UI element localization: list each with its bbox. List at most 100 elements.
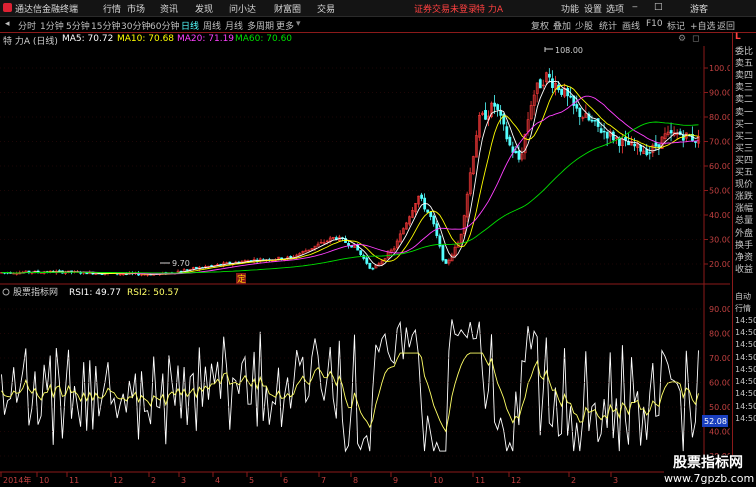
menu-settings[interactable]: 设置	[584, 2, 602, 15]
menu-item-assistant[interactable]: 问小达	[229, 2, 256, 15]
tab-30min[interactable]: 30分钟	[121, 19, 150, 32]
panel-tick-time: 14:50	[735, 327, 756, 337]
candle-body	[548, 73, 551, 78]
panel-label: 涨幅	[735, 204, 754, 215]
btn-overlay[interactable]: 叠加	[553, 19, 571, 32]
settings-small-icon[interactable]: ⚙	[678, 34, 686, 44]
main-chart-legend: 特 力A (日线) MA5: 70.72 MA10: 70.68 MA20: 7…	[0, 33, 730, 47]
candle-body	[611, 131, 615, 141]
menu-item-trade[interactable]: 交易	[317, 2, 335, 15]
login-status-notice[interactable]: 证券交易未登录	[414, 2, 477, 15]
menu-item-quotes[interactable]: 行情	[103, 2, 121, 15]
btn-rights[interactable]: 复权	[531, 19, 549, 32]
panel-label: 涨跌	[735, 192, 754, 203]
menu-options[interactable]: 选项	[606, 2, 624, 15]
tab-intraday[interactable]: 分时	[18, 19, 36, 32]
btn-draw[interactable]: 画线	[622, 19, 640, 32]
indicator-tick-label: 80.00	[709, 330, 730, 339]
panel-label: 买四	[735, 155, 754, 166]
tab-5min[interactable]: 5分钟	[66, 19, 90, 32]
candle-body	[593, 120, 597, 122]
time-tick-label: 7	[321, 476, 326, 485]
indicator-tick-label: 40.00	[709, 428, 730, 437]
guest-label[interactable]: 游客	[690, 2, 708, 15]
indicator-tick-label: 90.00	[709, 305, 730, 314]
btn-statistics[interactable]: 统计	[599, 19, 617, 32]
candle-body	[432, 215, 436, 225]
btn-mark[interactable]: 标记	[667, 19, 685, 32]
candle-body	[569, 95, 573, 98]
tab-daily[interactable]: 日线	[181, 19, 199, 32]
app-logo-icon	[3, 3, 12, 12]
menu-item-market[interactable]: 市场	[127, 2, 145, 15]
candle-body	[657, 144, 661, 148]
expand-icon[interactable]: ◻	[692, 34, 699, 44]
candle-body	[551, 78, 554, 88]
panel-tick-time: 14:50	[735, 377, 756, 387]
tab-15min[interactable]: 15分钟	[91, 19, 120, 32]
time-tick-label: 10	[433, 476, 443, 485]
time-axis: 2014年 10 11 12 2 3 4 5 6 7 8 9 10 11 12 2 3	[0, 472, 618, 485]
time-tick-label: 10	[39, 476, 49, 485]
price-tick-label: 80.00	[709, 113, 730, 122]
candle-body	[444, 259, 448, 264]
ma60-label: MA60: 70.60	[235, 34, 293, 44]
candle-body	[633, 143, 637, 147]
menu-item-wealth[interactable]: 财富圈	[274, 2, 301, 15]
candle-body	[368, 262, 372, 269]
btn-back[interactable]: 返回	[717, 19, 735, 32]
candle-body	[496, 104, 500, 110]
candle-body	[599, 128, 603, 133]
high-price-annotation: 108.00	[555, 46, 583, 55]
quote-side-panel: L 委比 卖五 卖四 卖三 卖二 卖一 买一 买二 买三 买四 买五 现价 涨跌 涨幅 总量 外盘 换手 净资 收益自…	[732, 32, 756, 487]
candle-body	[493, 102, 497, 107]
minimize-icon[interactable]: ‒	[632, 2, 638, 12]
rsi1-line	[1, 319, 699, 453]
price-tick-label: 70.00	[709, 138, 730, 147]
panel-label: 卖一	[735, 107, 754, 118]
btn-few-stocks[interactable]: 少股	[575, 19, 593, 32]
candle-body	[605, 131, 609, 139]
tab-weekly[interactable]: 周线	[203, 19, 221, 32]
panel-label: 买三	[735, 143, 754, 154]
btn-add-watchlist[interactable]: +自选	[690, 19, 716, 32]
candle-body	[365, 257, 369, 264]
menu-item-discover[interactable]: 发现	[195, 2, 213, 15]
candle-body	[420, 194, 424, 199]
tab-60min[interactable]: 60分钟	[150, 19, 179, 32]
candle-body	[648, 152, 652, 154]
more-arrow-icon[interactable]: ▾	[296, 19, 301, 29]
tab-multi-period[interactable]: 多周期	[247, 19, 274, 32]
panel-tick-time: 14:50	[735, 364, 756, 374]
candle-body	[508, 136, 512, 146]
ma5-label: MA5: 70.72	[62, 34, 114, 44]
indicator-tick-label: 70.00	[709, 354, 730, 363]
watermark-url: www.7gpzb.com	[664, 472, 755, 485]
price-tick-label: 20.00	[709, 260, 730, 269]
rsi-lines	[1, 319, 699, 453]
window-icon[interactable]: □	[654, 2, 663, 12]
btn-f10[interactable]: F10	[646, 19, 663, 29]
candle-body	[590, 119, 594, 122]
time-tick-label: 9	[393, 476, 398, 485]
panel-label: 卖四	[735, 71, 754, 82]
price-tick-label: 30.00	[709, 236, 730, 245]
time-tick-label: 3	[613, 476, 618, 485]
candle-body	[426, 209, 430, 213]
ma60-line	[1, 121, 699, 274]
candle-body	[517, 150, 521, 160]
panel-label: 买五	[735, 168, 754, 178]
menu-function[interactable]: 功能	[561, 2, 579, 15]
time-tick-label: 11	[69, 476, 79, 485]
menu-item-news[interactable]: 资讯	[160, 2, 178, 15]
panel-label: 收益	[735, 264, 754, 275]
panel-label: 买二	[735, 131, 754, 142]
panel-tick-time: 14:50	[735, 352, 756, 362]
tab-more[interactable]: 更多	[276, 19, 294, 32]
rsi2-line	[1, 352, 699, 433]
tab-1min[interactable]: 1分钟	[40, 19, 64, 32]
tab-monthly[interactable]: 月线	[225, 19, 243, 32]
sidebar-toggle-icon[interactable]: ◂	[5, 19, 10, 29]
candle-body	[194, 266, 198, 269]
time-tick-label: 6	[283, 476, 288, 485]
